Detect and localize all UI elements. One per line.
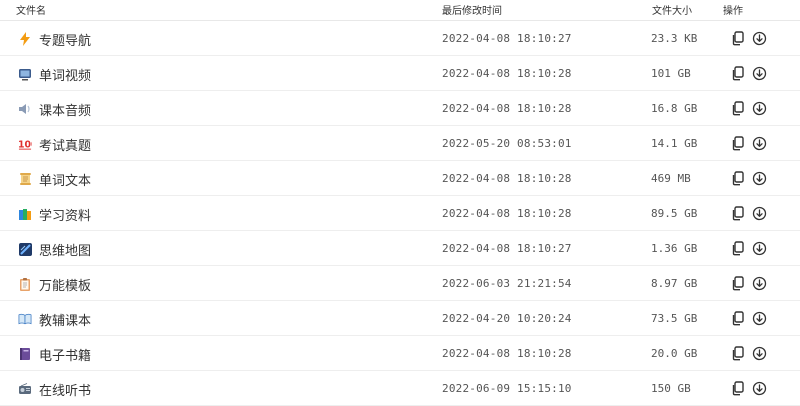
file-name-link[interactable]: 教辅课本 xyxy=(39,310,91,329)
file-size: 73.5 GB xyxy=(651,312,698,325)
copy-icon[interactable] xyxy=(731,136,747,152)
file-size: 150 GB xyxy=(651,382,691,395)
download-icon[interactable] xyxy=(752,241,768,257)
file-size: 23.3 KB xyxy=(651,32,698,45)
copy-icon[interactable] xyxy=(731,346,747,362)
table-body: 专题导航 2022-04-08 18:10:27 23.3 KB 单词视频 2022-0… xyxy=(0,21,800,406)
file-name-link[interactable]: 思维地图 xyxy=(39,240,91,259)
file-modified-time: 2022-04-08 18:10:28 xyxy=(442,172,572,185)
clipboard-icon xyxy=(18,277,32,291)
file-name-link[interactable]: 电子书籍 xyxy=(39,345,91,364)
column-header-size[interactable]: 文件大小 xyxy=(652,2,692,17)
table-row[interactable]: 学习资料 2022-04-08 18:10:28 89.5 GB xyxy=(0,196,800,231)
download-icon[interactable] xyxy=(752,101,768,117)
file-size: 8.97 GB xyxy=(651,277,698,290)
file-modified-time: 2022-05-20 08:53:01 xyxy=(442,137,572,150)
table-row[interactable]: 单词视频 2022-04-08 18:10:28 101 GB xyxy=(0,56,800,91)
download-icon[interactable] xyxy=(752,136,768,152)
file-modified-time: 2022-04-20 10:20:24 xyxy=(442,312,572,325)
file-size: 20.0 GB xyxy=(651,347,698,360)
file-size: 101 GB xyxy=(651,67,691,80)
file-name-link[interactable]: 单词视频 xyxy=(39,65,91,84)
copy-icon[interactable] xyxy=(731,206,747,222)
open-book-icon xyxy=(18,312,32,326)
download-icon[interactable] xyxy=(752,206,768,222)
table-row[interactable]: 思维地图 2022-04-08 18:10:27 1.36 GB xyxy=(0,231,800,266)
books-icon xyxy=(18,207,32,221)
table-row[interactable]: 电子书籍 2022-04-08 18:10:28 20.0 GB xyxy=(0,336,800,371)
file-modified-time: 2022-04-08 18:10:28 xyxy=(442,347,572,360)
copy-icon[interactable] xyxy=(731,101,747,117)
table-row[interactable]: 课本音频 2022-04-08 18:10:28 16.8 GB xyxy=(0,91,800,126)
download-icon[interactable] xyxy=(752,276,768,292)
file-modified-time: 2022-06-09 15:15:10 xyxy=(442,382,572,395)
file-modified-time: 2022-06-03 21:21:54 xyxy=(442,277,572,290)
download-icon[interactable] xyxy=(752,31,768,47)
table-row[interactable]: 专题导航 2022-04-08 18:10:27 23.3 KB xyxy=(0,21,800,56)
file-name-link[interactable]: 单词文本 xyxy=(39,170,91,189)
copy-icon[interactable] xyxy=(731,311,747,327)
download-icon[interactable] xyxy=(752,66,768,82)
file-name-link[interactable]: 学习资料 xyxy=(39,205,91,224)
column-header-actions: 操作 xyxy=(723,6,743,17)
file-modified-time: 2022-04-08 18:10:28 xyxy=(442,207,572,220)
table-row[interactable]: 万能模板 2022-06-03 21:21:54 8.97 GB xyxy=(0,266,800,301)
table-row[interactable]: 100 考试真题 2022-05-20 08:53:01 14.1 GB xyxy=(0,126,800,161)
column-header-name[interactable]: 文件名 xyxy=(16,2,46,17)
lightning-icon xyxy=(18,32,32,46)
file-name-link[interactable]: 专题导航 xyxy=(39,30,91,49)
file-modified-time: 2022-04-08 18:10:27 xyxy=(442,32,572,45)
file-table: 文件名 最后修改时间 文件大小 操作 专题导航 2022-04-08 18:10:… xyxy=(0,0,800,406)
file-modified-time: 2022-04-08 18:10:28 xyxy=(442,67,572,80)
file-size: 14.1 GB xyxy=(651,137,698,150)
table-row[interactable]: 在线听书 2022-06-09 15:15:10 150 GB xyxy=(0,371,800,406)
radio-icon xyxy=(18,382,32,396)
file-name-link[interactable]: 课本音频 xyxy=(39,100,91,119)
file-size: 1.36 GB xyxy=(651,242,698,255)
download-icon[interactable] xyxy=(752,171,768,187)
copy-icon[interactable] xyxy=(731,66,747,82)
hundred-points-icon: 100 xyxy=(18,137,32,151)
file-name-link[interactable]: 在线听书 xyxy=(39,380,91,399)
file-size: 89.5 GB xyxy=(651,207,698,220)
copy-icon[interactable] xyxy=(731,241,747,257)
download-icon[interactable] xyxy=(752,311,768,327)
file-name-link[interactable]: 考试真题 xyxy=(39,135,91,154)
speaker-icon xyxy=(18,102,32,116)
tv-icon xyxy=(18,67,32,81)
table-row[interactable]: 单词文本 2022-04-08 18:10:28 469 MB xyxy=(0,161,800,196)
mindmap-icon xyxy=(18,242,32,256)
file-modified-time: 2022-04-08 18:10:27 xyxy=(442,242,572,255)
table-row[interactable]: 教辅课本 2022-04-20 10:20:24 73.5 GB xyxy=(0,301,800,336)
download-icon[interactable] xyxy=(752,381,768,397)
file-modified-time: 2022-04-08 18:10:28 xyxy=(442,102,572,115)
scroll-icon xyxy=(18,172,32,186)
file-size: 16.8 GB xyxy=(651,102,698,115)
copy-icon[interactable] xyxy=(731,171,747,187)
file-size: 469 MB xyxy=(651,172,691,185)
copy-icon[interactable] xyxy=(731,31,747,47)
svg-text:100: 100 xyxy=(18,140,32,150)
copy-icon[interactable] xyxy=(731,276,747,292)
copy-icon[interactable] xyxy=(731,381,747,397)
notebook-icon xyxy=(18,347,32,361)
column-header-modified[interactable]: 最后修改时间 xyxy=(442,2,502,17)
download-icon[interactable] xyxy=(752,346,768,362)
file-name-link[interactable]: 万能模板 xyxy=(39,275,91,294)
table-header: 文件名 最后修改时间 文件大小 操作 xyxy=(0,0,800,21)
